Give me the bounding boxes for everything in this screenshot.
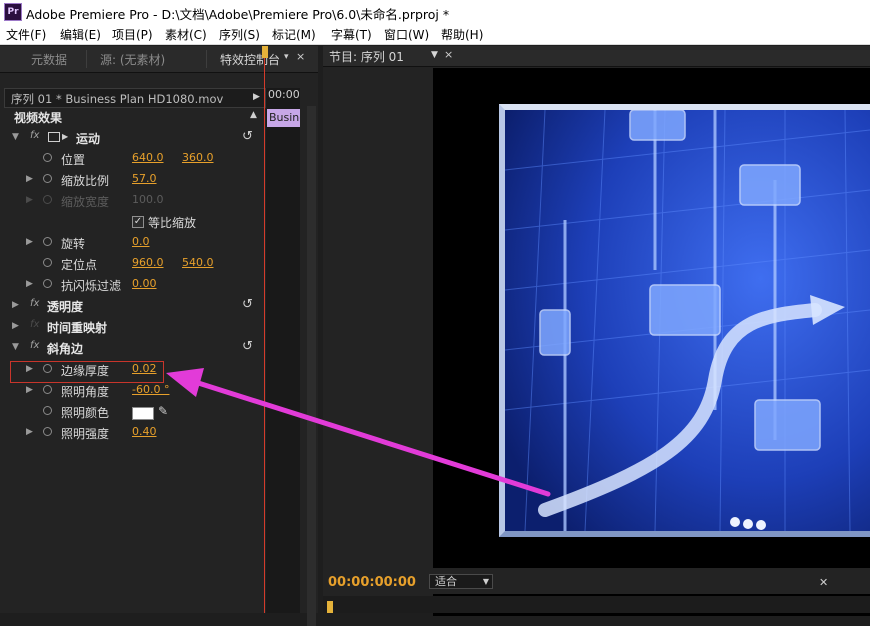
annotation-arrow-shaft — [189, 378, 551, 497]
annotation-arrow-head — [166, 368, 204, 397]
annotation-arrow — [166, 368, 551, 497]
